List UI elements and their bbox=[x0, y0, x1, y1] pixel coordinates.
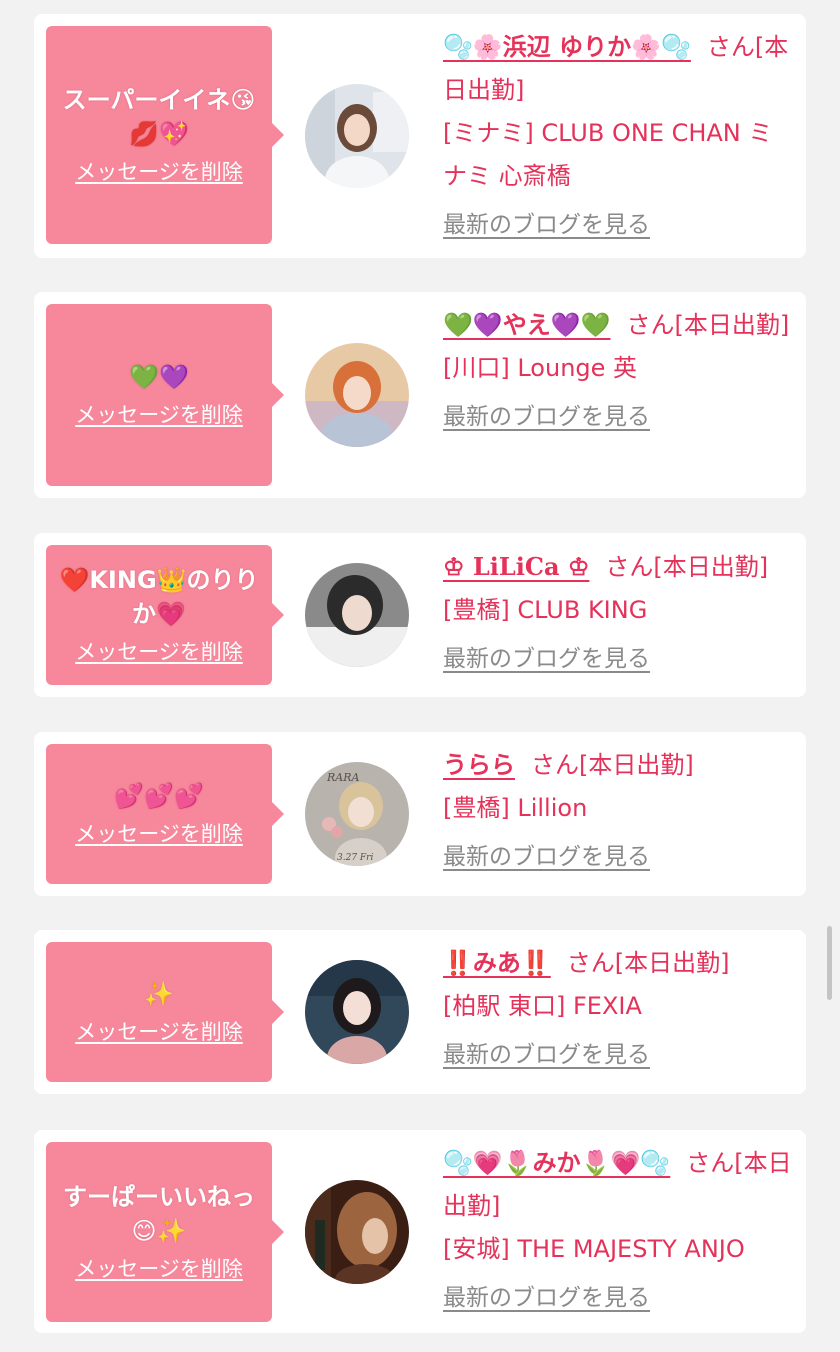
cast-avatar[interactable] bbox=[305, 563, 409, 667]
message-bubble: すーぱーいいねっ😊✨ メッセージを削除 bbox=[46, 1142, 284, 1322]
latest-blog-link[interactable]: 最新のブログを見る bbox=[443, 1034, 650, 1077]
san-label: さん bbox=[706, 33, 755, 61]
cast-name-link[interactable]: うらら bbox=[443, 751, 515, 779]
cast-info: 💚💜やえ💜💚 さん[本日出勤] [川口] Lounge 英 最新のブログを見る bbox=[443, 304, 795, 439]
cast-avatar[interactable] bbox=[305, 84, 409, 188]
delete-message-link[interactable]: メッセージを削除 bbox=[75, 819, 243, 849]
cast-avatar[interactable]: RARA 3.27 Fri bbox=[305, 762, 409, 866]
message-text: ✨ bbox=[144, 980, 174, 1008]
san-label: さん bbox=[531, 751, 579, 779]
latest-blog-link[interactable]: 最新のブログを見る bbox=[443, 638, 650, 681]
cast-name-link[interactable]: 🫧💗🌷みか🌷💗🫧 bbox=[443, 1149, 670, 1177]
today-label: [本日出勤] bbox=[579, 751, 694, 779]
message-text: 💕💕💕 bbox=[114, 782, 204, 810]
message-card: 💚💜 メッセージを削除 💚💜やえ💜💚 さん[本日出勤] [川口] Lounge 英… bbox=[34, 292, 806, 498]
like-message-list: スーパーイイネ😘💋💖 メッセージを削除 🫧🌸浜辺 ゆりか🌸🫧 さん[本日出勤] [… bbox=[0, 0, 840, 1352]
message-card: 💕💕💕 メッセージを削除 RARA 3.27 Fri うらら さん[本日出勤] [… bbox=[34, 732, 806, 896]
cast-avatar[interactable] bbox=[305, 343, 409, 447]
san-label: さん bbox=[626, 311, 675, 339]
cast-photo-icon bbox=[305, 343, 409, 447]
today-label: [本日出勤] bbox=[653, 553, 769, 581]
cast-avatar[interactable] bbox=[305, 960, 409, 1064]
latest-blog-link[interactable]: 最新のブログを見る bbox=[443, 1277, 650, 1320]
message-text: 💚💜 bbox=[129, 363, 189, 391]
avatar-caption-bottom: 3.27 Fri bbox=[337, 853, 373, 863]
delete-message-link[interactable]: メッセージを削除 bbox=[75, 157, 243, 187]
shop-name: [ミナミ] CLUB ONE CHAN ミナミ 心斎橋 bbox=[443, 119, 773, 190]
delete-message-link[interactable]: メッセージを削除 bbox=[75, 637, 243, 667]
delete-message-link[interactable]: メッセージを削除 bbox=[75, 1017, 243, 1047]
message-card: すーぱーいいねっ😊✨ メッセージを削除 🫧💗🌷みか🌷💗🫧 さん[本日出勤] [安城… bbox=[34, 1130, 806, 1333]
cast-info: ‼️みあ‼️ さん[本日出勤] [柏駅 東口] FEXIA 最新のブログを見る bbox=[443, 942, 795, 1077]
cast-name-link[interactable]: 💚💜やえ💜💚 bbox=[443, 311, 611, 339]
message-text: すーぱーいいねっ😊✨ bbox=[63, 1183, 255, 1245]
cast-name-link[interactable]: ‼️みあ‼️ bbox=[443, 949, 551, 977]
shop-name: [安城] THE MAJESTY ANJO bbox=[443, 1235, 745, 1263]
today-label: [本日出勤] bbox=[614, 949, 730, 977]
san-label: さん bbox=[566, 949, 615, 977]
message-bubble: 💕💕💕 メッセージを削除 bbox=[46, 744, 284, 884]
cast-info: 🫧💗🌷みか🌷💗🫧 さん[本日出勤] [安城] THE MAJESTY ANJO 最… bbox=[443, 1142, 795, 1320]
message-bubble: 💚💜 メッセージを削除 bbox=[46, 304, 284, 486]
latest-blog-link[interactable]: 最新のブログを見る bbox=[443, 836, 650, 879]
message-card: スーパーイイネ😘💋💖 メッセージを削除 🫧🌸浜辺 ゆりか🌸🫧 さん[本日出勤] [… bbox=[34, 14, 806, 258]
today-label: [本日出勤] bbox=[674, 311, 790, 339]
delete-message-link[interactable]: メッセージを削除 bbox=[75, 1254, 243, 1284]
latest-blog-link[interactable]: 最新のブログを見る bbox=[443, 396, 650, 439]
cast-photo-icon: RARA 3.27 Fri bbox=[305, 762, 409, 866]
cast-info: うらら さん[本日出勤] [豊橋] Lillion 最新のブログを見る bbox=[443, 744, 795, 879]
shop-name: [柏駅 東口] FEXIA bbox=[443, 992, 642, 1020]
message-bubble: ❤️KING👑のりりか💗 メッセージを削除 bbox=[46, 545, 284, 685]
cast-info: 🫧🌸浜辺 ゆりか🌸🫧 さん[本日出勤] [ミナミ] CLUB ONE CHAN ミ… bbox=[443, 26, 795, 247]
message-bubble: スーパーイイネ😘💋💖 メッセージを削除 bbox=[46, 26, 284, 244]
cast-photo-icon bbox=[305, 1180, 409, 1284]
san-label: さん bbox=[605, 553, 654, 581]
message-text: スーパーイイネ😘💋💖 bbox=[62, 86, 256, 148]
scrollbar-thumb[interactable] bbox=[827, 926, 832, 1000]
shop-name: [豊橋] Lillion bbox=[443, 794, 588, 822]
delete-message-link[interactable]: メッセージを削除 bbox=[75, 400, 243, 430]
message-card: ✨ メッセージを削除 ‼️みあ‼️ さん[本日出勤] [柏駅 東口] FEXIA … bbox=[34, 930, 806, 1094]
message-bubble: ✨ メッセージを削除 bbox=[46, 942, 284, 1082]
message-card: ❤️KING👑のりりか💗 メッセージを削除 ♔ LiLiCa ♔ さん[本日出勤]… bbox=[34, 533, 806, 697]
latest-blog-link[interactable]: 最新のブログを見る bbox=[443, 204, 650, 247]
cast-info: ♔ LiLiCa ♔ さん[本日出勤] [豊橋] CLUB KING 最新のブログ… bbox=[443, 545, 795, 681]
cast-photo-icon bbox=[305, 84, 409, 188]
avatar-caption-top: RARA bbox=[326, 771, 360, 784]
cast-avatar[interactable] bbox=[305, 1180, 409, 1284]
san-label: さん bbox=[686, 1149, 735, 1177]
message-text: ❤️KING👑のりりか💗 bbox=[59, 566, 259, 628]
shop-name: [川口] Lounge 英 bbox=[443, 354, 638, 382]
cast-photo-icon bbox=[305, 563, 409, 667]
cast-name-link[interactable]: 🫧🌸浜辺 ゆりか🌸🫧 bbox=[443, 33, 691, 61]
cast-name-link[interactable]: ♔ LiLiCa ♔ bbox=[443, 552, 589, 581]
shop-name: [豊橋] CLUB KING bbox=[443, 596, 648, 624]
cast-photo-icon bbox=[305, 960, 409, 1064]
